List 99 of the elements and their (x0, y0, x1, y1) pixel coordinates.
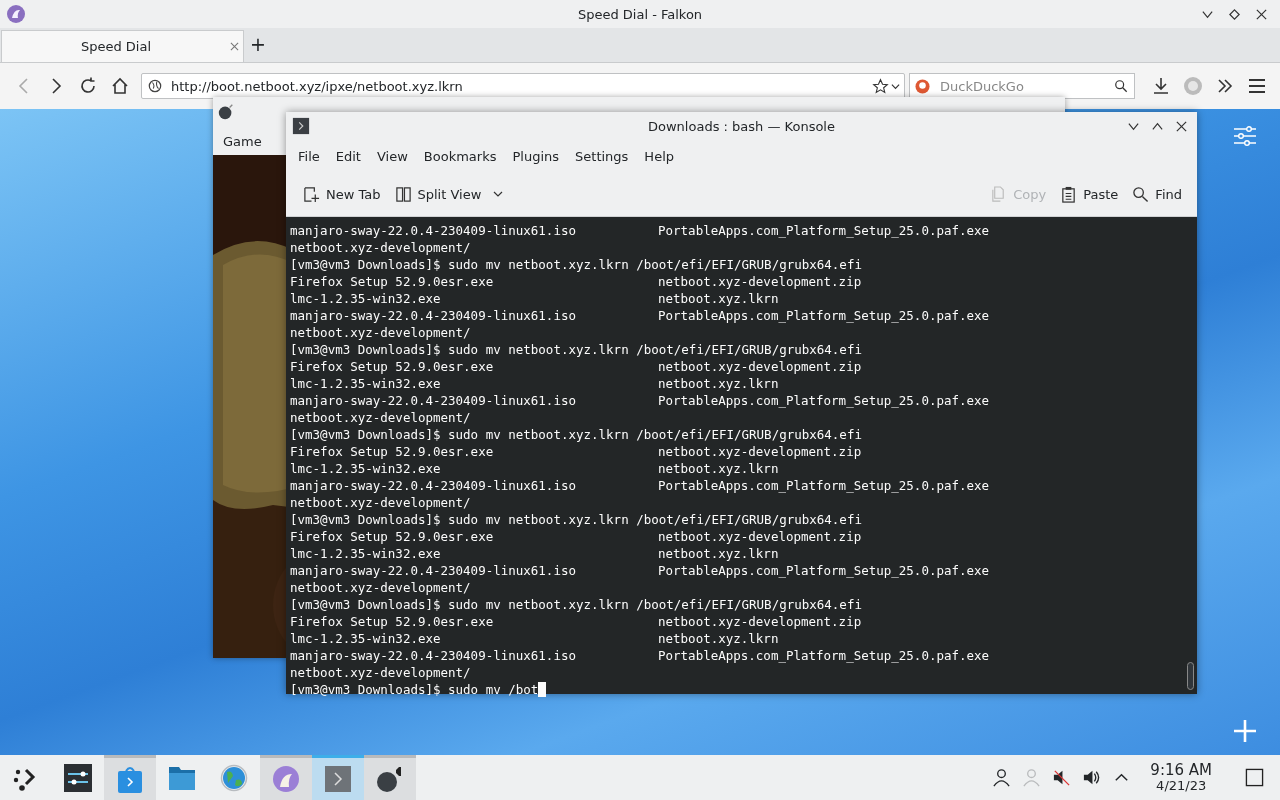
shopping-bag-icon (116, 765, 144, 793)
search-input[interactable]: DuckDuckGo (938, 77, 1114, 95)
menu-item[interactable]: Settings (567, 148, 637, 164)
file-name: Firefox Setup 52.9.0esr.exe (290, 358, 495, 375)
menu-item[interactable]: Edit (327, 148, 369, 164)
file-name: manjaro-sway-22.0.4-230409-linux61.iso (290, 307, 577, 324)
command-line: [vm3@vm3 Downloads]$ sudo mv netboot.xyz.lkrn /boot/efi/EFI/GRUB/grubx64.efi (290, 596, 862, 613)
file-name: netboot.xyz-development/ (290, 579, 472, 596)
bomb-icon (217, 103, 235, 121)
menu-item[interactable]: Help (636, 148, 682, 164)
globe-icon (220, 763, 248, 792)
reload-icon[interactable] (78, 76, 98, 96)
browser-tab[interactable]: Speed Dial (1, 30, 244, 62)
file-name: netboot.xyz-development/ (290, 409, 472, 426)
command-line: [vm3@vm3 Downloads]$ sudo mv netboot.xyz.lkrn /boot/efi/EFI/GRUB/grubx64.efi (290, 256, 862, 273)
terminal-icon (292, 117, 310, 135)
menu-item[interactable]: Bookmarks (415, 148, 505, 164)
file-name: netboot.xyz.lkrn (658, 460, 780, 477)
file-name: netboot.xyz-development.zip (658, 613, 863, 630)
file-name: PortableApps.com_Platform_Setup_25.0.paf.exe (658, 392, 991, 409)
file-name: Firefox Setup 52.9.0esr.exe (290, 613, 495, 630)
bomb-icon (376, 765, 404, 793)
file-name: netboot.xyz-development.zip (658, 443, 863, 460)
search-icon (1132, 185, 1150, 203)
menu-item[interactable]: Game (223, 133, 262, 149)
file-name: lmc-1.2.35-win32.exe (290, 630, 442, 647)
file-name: netboot.xyz-development/ (290, 239, 472, 256)
file-name: netboot.xyz.lkrn (658, 630, 780, 647)
command-line: [vm3@vm3 Downloads]$ sudo mv /bot (290, 681, 539, 698)
split-view-button[interactable]: Split View (389, 181, 509, 207)
file-name: netboot.xyz-development/ (290, 494, 472, 511)
bird-icon (6, 4, 26, 24)
sliders-icon (64, 763, 92, 792)
add-icon[interactable] (1233, 719, 1257, 743)
file-name: manjaro-sway-22.0.4-230409-linux61.iso (290, 222, 577, 239)
menu-item[interactable]: Plugins (504, 148, 568, 164)
window-title: Speed Dial - Falkon (577, 6, 703, 22)
file-name: Firefox Setup 52.9.0esr.exe (290, 273, 495, 290)
file-name: Firefox Setup 52.9.0esr.exe (290, 528, 495, 545)
terminal-icon (324, 765, 352, 793)
sliders-icon[interactable] (1233, 126, 1257, 146)
caret-icon[interactable] (891, 81, 900, 91)
star-icon[interactable] (872, 77, 889, 95)
caret-icon (493, 189, 504, 199)
file-name: netboot.xyz-development/ (290, 664, 472, 681)
address-field[interactable]: http://boot.netboot.xyz/ipxe/netboot.xyz.lkrn (141, 73, 905, 99)
file-name: netboot.xyz-development.zip (658, 273, 863, 290)
file-name: netboot.xyz.lkrn (658, 290, 780, 307)
file-name: lmc-1.2.35-win32.exe (290, 545, 442, 562)
close-icon[interactable] (1255, 7, 1268, 21)
file-name: Firefox Setup 52.9.0esr.exe (290, 443, 495, 460)
file-name: PortableApps.com_Platform_Setup_25.0.paf.exe (658, 222, 991, 239)
menu-icon[interactable] (1247, 76, 1267, 96)
file-name: manjaro-sway-22.0.4-230409-linux61.iso (290, 647, 577, 664)
maximize-icon[interactable] (1228, 7, 1241, 21)
bird-icon (272, 765, 300, 793)
split-view-icon (394, 185, 412, 203)
close-icon[interactable] (1175, 119, 1188, 133)
file-name: lmc-1.2.35-win32.exe (290, 460, 442, 477)
file-name: netboot.xyz.lkrn (658, 545, 780, 562)
file-name: PortableApps.com_Platform_Setup_25.0.paf.exe (658, 562, 991, 579)
new-tab-button[interactable]: + (244, 30, 272, 62)
file-name: manjaro-sway-22.0.4-230409-linux61.iso (290, 392, 577, 409)
home-icon[interactable] (110, 76, 130, 96)
globe-icon (148, 79, 162, 93)
duck-icon (915, 78, 930, 94)
file-name: netboot.xyz-development/ (290, 324, 472, 341)
window-title: Downloads : bash — Konsole (648, 118, 835, 134)
show-desktop-icon[interactable] (1245, 768, 1264, 787)
clock-time[interactable]: 9:16 AM (1150, 762, 1212, 778)
file-name: PortableApps.com_Platform_Setup_25.0.paf.exe (658, 477, 991, 494)
clock-date[interactable]: 4/21/23 (1156, 777, 1207, 793)
command-line: [vm3@vm3 Downloads]$ sudo mv netboot.xyz.lkrn /boot/efi/EFI/GRUB/grubx64.efi (290, 341, 862, 358)
file-name: lmc-1.2.35-win32.exe (290, 290, 442, 307)
file-name: lmc-1.2.35-win32.exe (290, 375, 442, 392)
menu-item[interactable]: File (290, 148, 328, 164)
new-tab-button[interactable]: New Tab (298, 181, 386, 207)
search-icon[interactable] (1114, 79, 1128, 93)
file-name: netboot.xyz-development.zip (658, 358, 863, 375)
menu-item[interactable]: View (368, 148, 416, 164)
file-name: manjaro-sway-22.0.4-230409-linux61.iso (290, 562, 577, 579)
terminal-area[interactable] (286, 217, 1197, 694)
search-field[interactable]: DuckDuckGo (909, 73, 1135, 99)
download-icon[interactable] (1151, 76, 1171, 96)
file-name: manjaro-sway-22.0.4-230409-linux61.iso (290, 477, 577, 494)
command-line: [vm3@vm3 Downloads]$ sudo mv netboot.xyz.lkrn /boot/efi/EFI/GRUB/grubx64.efi (290, 511, 862, 528)
command-line: [vm3@vm3 Downloads]$ sudo mv netboot.xyz.lkrn /boot/efi/EFI/GRUB/grubx64.efi (290, 426, 862, 443)
taskbar-item[interactable] (364, 755, 416, 800)
file-name: PortableApps.com_Platform_Setup_25.0.paf.exe (658, 647, 991, 664)
clipboard-icon (1060, 185, 1078, 203)
mute-icon[interactable] (1052, 768, 1072, 787)
paste-button[interactable]: Paste (1055, 181, 1124, 207)
file-name: PortableApps.com_Platform_Setup_25.0.paf.exe (658, 307, 991, 324)
file-name: netboot.xyz-development.zip (658, 528, 863, 545)
new-tab-icon (303, 185, 320, 203)
file-name: netboot.xyz.lkrn (658, 375, 780, 392)
scrollbar-thumb[interactable] (1187, 662, 1194, 690)
user-icon[interactable] (992, 768, 1012, 787)
find-button[interactable]: Find (1127, 181, 1187, 207)
